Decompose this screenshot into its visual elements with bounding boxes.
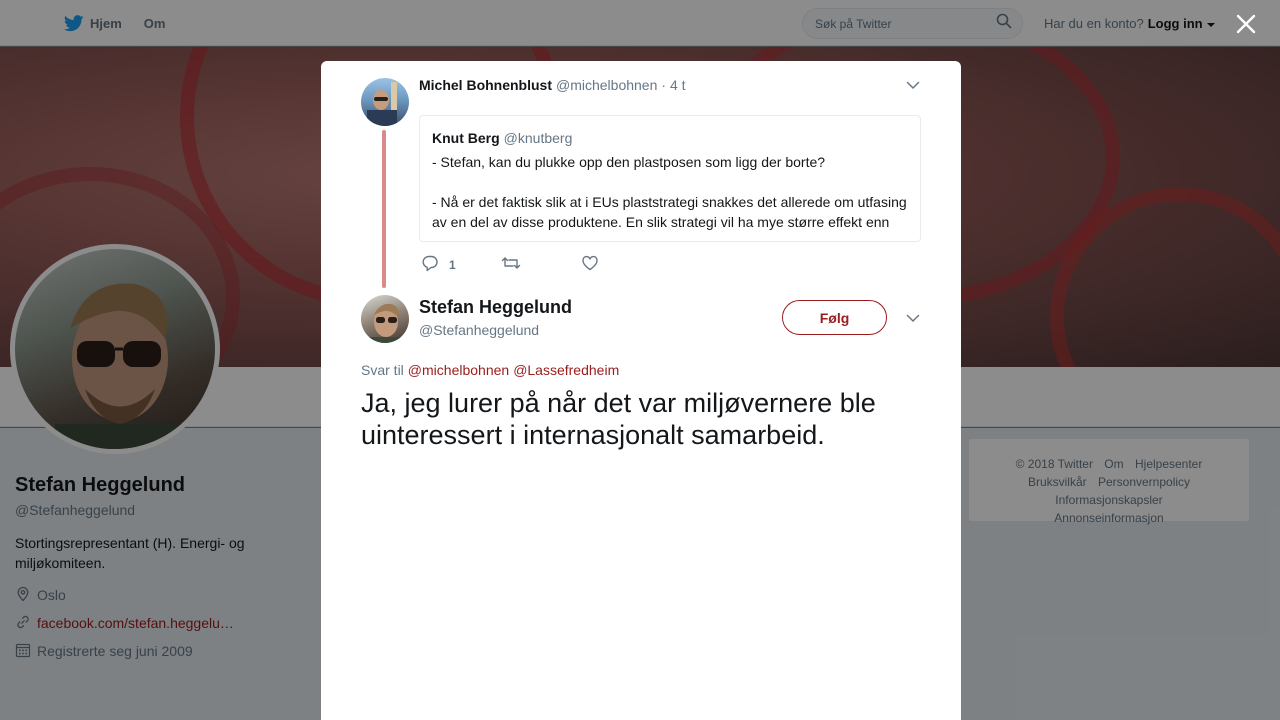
reply-count: 1 <box>449 257 456 272</box>
reply-context: Svar til @michelbohnen @Lassefredheim <box>361 362 619 378</box>
quoted-tweet-header: Knut Berg @knutberg <box>432 130 908 146</box>
context-tweet-name[interactable]: Michel Bohnenblust <box>419 77 552 93</box>
chevron-down-icon[interactable] <box>905 310 921 326</box>
heart-icon <box>581 254 599 275</box>
quoted-tweet-text: - Stefan, kan du plukke opp den plastpos… <box>432 154 907 230</box>
tweet-actions: 1 <box>421 254 661 275</box>
main-tweet-avatar[interactable] <box>361 295 409 343</box>
mention-link[interactable]: @michelbohnen <box>408 362 509 378</box>
reply-prefix: Svar til <box>361 362 404 378</box>
close-icon <box>1236 14 1256 34</box>
mention-link[interactable]: @Lassefredheim <box>513 362 619 378</box>
context-tweet-header: Michel Bohnenblust @michelbohnen · 4 t <box>419 77 686 93</box>
tweet-modal: Michel Bohnenblust @michelbohnen · 4 t K… <box>321 61 961 720</box>
retweet-button[interactable] <box>501 254 581 275</box>
main-tweet-handle[interactable]: @Stefanheggelund <box>419 322 539 338</box>
thread-connector <box>382 130 386 288</box>
close-button[interactable] <box>1234 12 1258 36</box>
quoted-tweet[interactable]: Knut Berg @knutberg - Stefan, kan du plu… <box>419 115 921 242</box>
context-tweet-time[interactable]: · 4 t <box>661 77 685 93</box>
chevron-down-icon[interactable] <box>905 77 921 93</box>
like-button[interactable] <box>581 254 661 275</box>
follow-button[interactable]: Følg <box>782 300 887 335</box>
context-tweet-avatar[interactable] <box>361 78 409 126</box>
reply-button[interactable]: 1 <box>421 254 501 275</box>
main-tweet-name[interactable]: Stefan Heggelund <box>419 297 572 318</box>
quoted-tweet-handle: @knutberg <box>503 130 573 146</box>
quoted-tweet-name: Knut Berg <box>432 130 500 146</box>
main-tweet-text: Ja, jeg lurer på når det var miljøverner… <box>361 388 876 450</box>
context-tweet-handle[interactable]: @michelbohnen <box>556 77 657 93</box>
reply-icon <box>421 254 439 275</box>
retweet-icon <box>501 254 521 275</box>
